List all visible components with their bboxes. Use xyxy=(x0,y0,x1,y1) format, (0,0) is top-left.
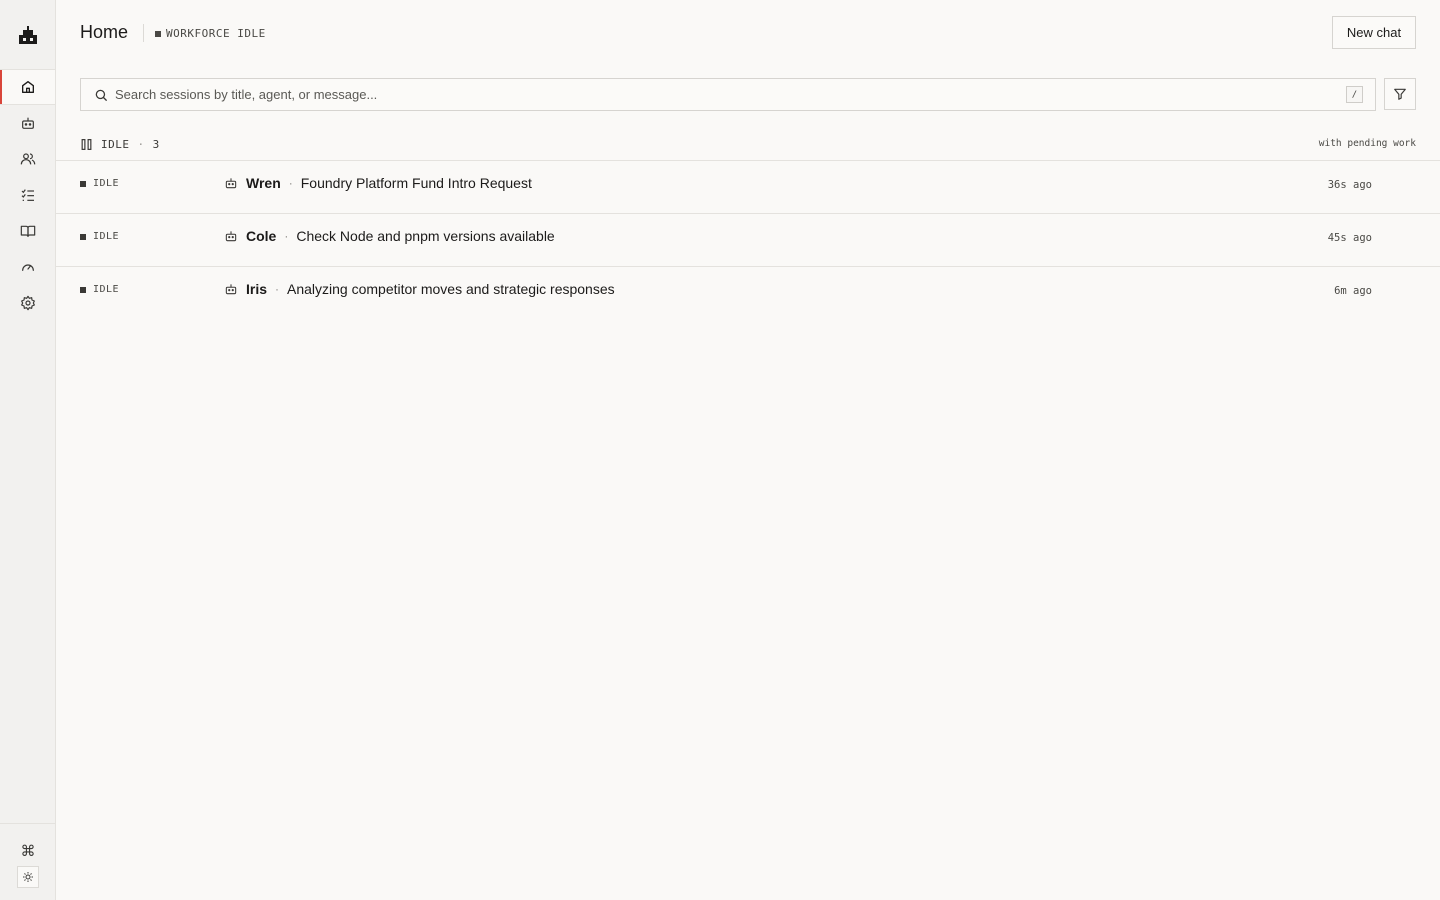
sidebar-item-settings[interactable] xyxy=(0,285,55,321)
gear-icon xyxy=(20,295,35,311)
command-palette-button[interactable]: ⌘ xyxy=(17,840,39,862)
workforce-status-badge: WORKFORCE IDLE xyxy=(155,27,266,40)
theme-toggle-button[interactable] xyxy=(17,866,39,888)
session-row[interactable]: IDLE Cole · Check Node and pnpm versions… xyxy=(56,214,1440,267)
session-title: Foundry Platform Fund Intro Request xyxy=(300,175,532,191)
home-icon xyxy=(21,81,34,93)
session-summary: Wren · Foundry Platform Fund Intro Reque… xyxy=(224,175,532,191)
new-chat-button[interactable]: New chat xyxy=(1332,16,1416,49)
sidebar-footer: ⌘ xyxy=(0,823,55,900)
session-row[interactable]: IDLE Wren · Foundry Platform Fund Intro … xyxy=(56,161,1440,214)
session-status-label: IDLE xyxy=(93,231,120,242)
agent-name: Wren xyxy=(246,175,281,191)
session-time: 6m ago xyxy=(1334,285,1372,297)
session-status: IDLE xyxy=(80,284,119,295)
robot-logo-icon[interactable] xyxy=(16,24,40,48)
separator-dot: · xyxy=(284,229,289,243)
robot-icon xyxy=(21,117,34,129)
title-divider xyxy=(143,24,144,42)
search-shortcut-key: / xyxy=(1346,86,1363,103)
session-title: Check Node and pnpm versions available xyxy=(296,228,555,244)
agent-name: Iris xyxy=(246,281,268,297)
filter-button[interactable] xyxy=(1384,78,1416,110)
session-title: Analyzing competitor moves and strategic… xyxy=(287,281,615,297)
session-time: 36s ago xyxy=(1327,179,1372,191)
group-label: IDLE xyxy=(101,137,130,151)
status-square-icon xyxy=(80,233,86,240)
sidebar-item-usage[interactable] xyxy=(0,249,55,285)
session-summary: Cole · Check Node and pnpm versions avai… xyxy=(224,228,555,244)
robot-icon xyxy=(225,231,237,242)
agent-name: Cole xyxy=(246,228,277,244)
filter-icon xyxy=(1394,88,1406,100)
workforce-status-label: WORKFORCE IDLE xyxy=(166,27,266,40)
session-time: 45s ago xyxy=(1327,232,1372,244)
sidebar-item-people[interactable] xyxy=(0,141,55,177)
sidebar-item-home[interactable] xyxy=(0,69,55,105)
group-count: 3 xyxy=(152,137,160,151)
book-icon xyxy=(20,225,35,237)
search-box: / xyxy=(80,78,1376,111)
status-square-icon xyxy=(155,30,161,37)
users-icon xyxy=(20,153,35,165)
sidebar-item-tasks[interactable] xyxy=(0,177,55,213)
robot-icon xyxy=(225,178,237,189)
session-summary: Iris · Analyzing competitor moves and st… xyxy=(224,281,615,297)
session-row[interactable]: IDLE Iris · Analyzing competitor moves a… xyxy=(56,267,1440,320)
checklist-icon xyxy=(21,189,34,201)
status-square-icon xyxy=(80,180,86,187)
separator-dot: · xyxy=(275,282,280,296)
status-square-icon xyxy=(80,286,86,293)
robot-icon xyxy=(225,284,237,295)
sun-icon xyxy=(23,872,33,882)
session-status: IDLE xyxy=(80,231,119,242)
sidebar-item-agents[interactable] xyxy=(0,105,55,141)
search-input[interactable] xyxy=(115,79,1335,110)
separator-dot: · xyxy=(288,176,293,190)
pause-icon xyxy=(81,138,92,150)
session-status-label: IDLE xyxy=(93,178,120,189)
command-icon: ⌘ xyxy=(20,843,36,860)
session-status-label: IDLE xyxy=(93,284,120,295)
page-title: Home xyxy=(80,22,129,42)
search-icon xyxy=(95,89,107,101)
pending-work-note: with pending work xyxy=(1318,138,1416,149)
sidebar: ⌘ xyxy=(0,0,56,900)
group-separator: · xyxy=(137,137,145,151)
gauge-icon xyxy=(21,264,34,271)
session-status: IDLE xyxy=(80,178,119,189)
sidebar-item-library[interactable] xyxy=(0,213,55,249)
session-group-header: IDLE · 3 xyxy=(80,136,160,152)
